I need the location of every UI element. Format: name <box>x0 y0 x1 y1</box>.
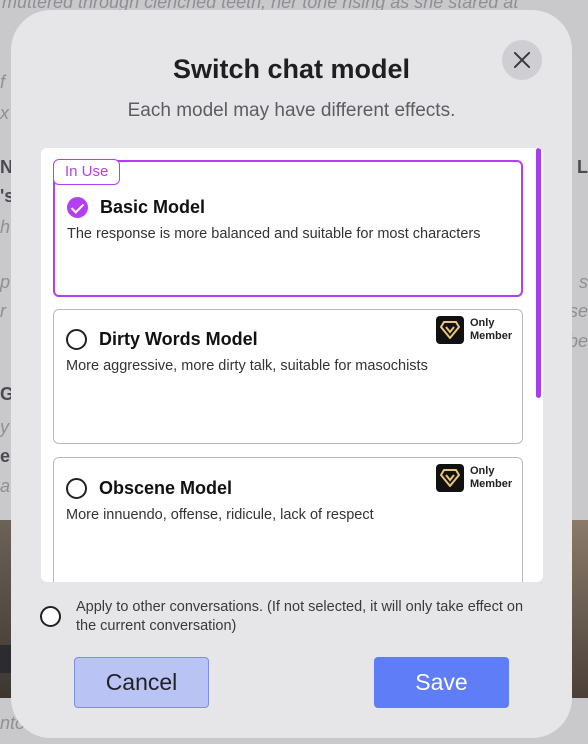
close-icon[interactable] <box>502 40 542 80</box>
radio-icon[interactable] <box>66 329 87 350</box>
apply-to-others-radio[interactable] <box>40 606 61 627</box>
radio-checked-icon[interactable] <box>67 197 88 218</box>
model-description: More aggressive, more dirty talk, suitab… <box>66 358 428 374</box>
background-text: L <box>577 157 588 177</box>
model-name: Basic Model <box>100 197 206 217</box>
member-only-label: Only Member <box>470 317 513 342</box>
background-text: f <box>0 72 6 92</box>
diamond-icon <box>436 464 464 492</box>
dialog-subtitle: Each model may have different effects. <box>127 100 456 121</box>
background-text: p <box>0 272 11 292</box>
background-text: r <box>0 301 6 321</box>
model-description: The response is more balanced and suitab… <box>67 226 481 242</box>
radio-icon[interactable] <box>66 478 87 499</box>
background-text: e <box>0 446 11 466</box>
model-option-basic[interactable]: Basic Model The response is more balance… <box>53 160 523 297</box>
model-name: Obscene Model <box>99 478 233 498</box>
switch-model-dialog: Switch chat model Each model may have di… <box>11 10 572 738</box>
model-name: Dirty Words Model <box>99 329 258 349</box>
in-use-badge: In Use <box>53 159 121 185</box>
background-text: h <box>0 217 11 237</box>
list-scrollbar[interactable] <box>536 148 541 398</box>
save-button[interactable]: Save <box>374 657 509 708</box>
background-text: y <box>0 417 9 437</box>
background-text: s <box>579 272 588 292</box>
background-text: a <box>0 476 11 496</box>
background-text: x <box>0 103 9 123</box>
member-only-badge: Only Member <box>436 464 516 492</box>
cancel-button[interactable]: Cancel <box>74 657 209 708</box>
apply-to-others-label[interactable]: Apply to other conversations. (If not se… <box>76 598 546 636</box>
member-only-label: Only Member <box>470 465 513 490</box>
member-only-badge: Only Member <box>436 316 516 344</box>
diamond-icon <box>436 316 464 344</box>
model-description: More innuendo, offense, ridicule, lack o… <box>66 507 374 523</box>
dialog-title: Switch chat model <box>172 54 411 84</box>
model-list[interactable]: Basic Model The response is more balance… <box>41 148 543 582</box>
model-option-dirty-words[interactable]: Dirty Words Model More aggressive, more … <box>53 309 523 444</box>
model-option-obscene[interactable]: Obscene Model More innuendo, offense, ri… <box>53 457 523 582</box>
